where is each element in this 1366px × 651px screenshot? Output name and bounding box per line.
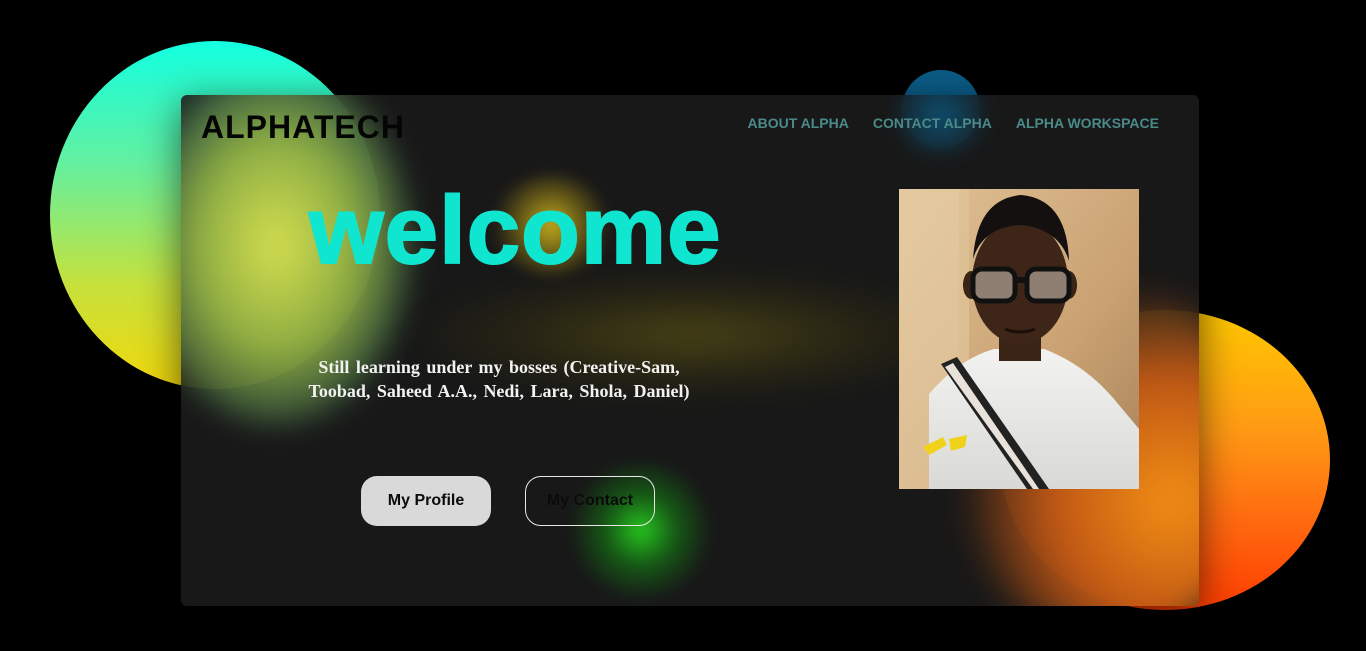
hero-heading: welcome — [308, 177, 722, 284]
hero-tagline: Still learning under my bosses (Creative… — [308, 357, 690, 401]
brand-logo[interactable]: ALPHATECH — [201, 109, 405, 146]
nav-item-about[interactable]: ABOUT ALPHA — [748, 115, 849, 131]
page-background: ALPHATECH ABOUT ALPHA CONTACT ALPHA ALPH… — [0, 0, 1366, 651]
profile-photo — [899, 189, 1139, 489]
my-profile-button[interactable]: My Profile — [361, 476, 491, 526]
my-contact-button[interactable]: My Contact — [525, 476, 655, 526]
glass-card: ALPHATECH ABOUT ALPHA CONTACT ALPHA ALPH… — [181, 95, 1199, 606]
portrait-photo-icon — [899, 189, 1139, 489]
top-nav: ABOUT ALPHA CONTACT ALPHA ALPHA WORKSPAC… — [748, 115, 1160, 131]
nav-item-workspace[interactable]: ALPHA WORKSPACE — [1016, 115, 1159, 131]
nav-item-contact[interactable]: CONTACT ALPHA — [873, 115, 992, 131]
